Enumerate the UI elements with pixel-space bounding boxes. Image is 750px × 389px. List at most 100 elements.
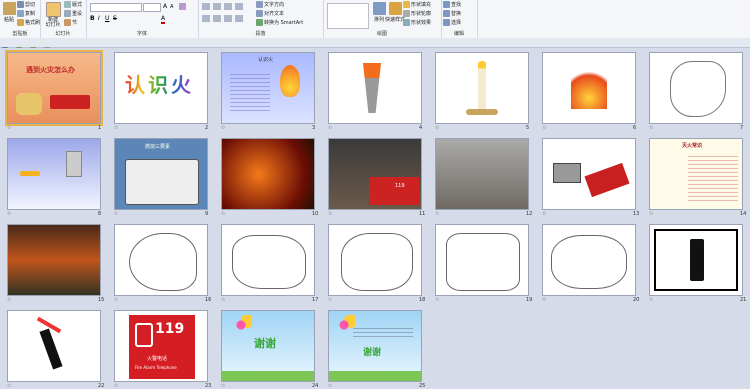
slide-15[interactable]	[7, 224, 101, 296]
cut-button[interactable]: 剪切	[17, 1, 35, 8]
quick-styles-button[interactable]: 快速样式	[385, 2, 405, 23]
slide-10-transition-icon[interactable]: ✩	[221, 211, 225, 217]
slide-17[interactable]	[221, 224, 315, 296]
shapes-gallery[interactable]	[327, 3, 369, 29]
new-slide-icon	[45, 2, 61, 17]
justify-icon[interactable]	[235, 15, 243, 22]
slide-4[interactable]	[328, 52, 422, 124]
slide-sorter: 遇到火灾怎么办 1 ✩ 认识火 2 ✩ 认识火 3 ✩ 4 ✩ 5 ✩ 6 ✩ …	[0, 48, 750, 389]
font-name-combo[interactable]	[90, 3, 142, 12]
slide-25[interactable]: 谢谢	[328, 310, 422, 382]
fire-truck-icon	[50, 95, 90, 109]
slide-9-title: 燃烧三要素	[145, 144, 171, 150]
slide-21[interactable]	[649, 224, 743, 296]
align-text-button[interactable]: 对齐文本	[256, 10, 284, 17]
increase-indent-icon[interactable]	[235, 3, 243, 10]
slide-20-transition-icon[interactable]: ✩	[542, 297, 546, 303]
bullets-icon[interactable]	[202, 3, 210, 10]
slide-1[interactable]: 遇到火灾怎么办	[5, 50, 103, 126]
slide-10[interactable]	[221, 138, 315, 210]
brush-icon	[17, 19, 24, 26]
reset-button[interactable]: 重设	[64, 10, 82, 17]
slide-17-transition-icon[interactable]: ✩	[221, 297, 225, 303]
font-size-combo[interactable]	[143, 3, 161, 12]
slide-23-transition-icon[interactable]: ✩	[114, 383, 118, 389]
slide-6-transition-icon[interactable]: ✩	[542, 125, 546, 131]
shrink-font-icon[interactable]: A	[170, 4, 173, 10]
slide-8[interactable]	[7, 138, 101, 210]
align-left-icon[interactable]	[202, 15, 210, 22]
slide-1-transition-icon[interactable]: ✩	[7, 125, 11, 131]
new-slide-button[interactable]: 新建 幻灯片	[44, 2, 62, 28]
slide-14-title: 灭火常识	[682, 143, 703, 149]
slide-5[interactable]	[435, 52, 529, 124]
slide-22-transition-icon[interactable]: ✩	[7, 383, 11, 389]
slide-2[interactable]: 认识火	[114, 52, 208, 124]
slide-16[interactable]	[114, 224, 208, 296]
find-button[interactable]: 查找	[443, 1, 461, 8]
slide-14-transition-icon[interactable]: ✩	[649, 211, 653, 217]
slide-19-transition-icon[interactable]: ✩	[435, 297, 439, 303]
slide-4-transition-icon[interactable]: ✩	[328, 125, 332, 131]
slide-11[interactable]: 119	[328, 138, 422, 210]
select-button[interactable]: 选择	[443, 19, 461, 26]
slide-22[interactable]	[7, 310, 101, 382]
slide-19[interactable]	[435, 224, 529, 296]
slide-2-transition-icon[interactable]: ✩	[114, 125, 118, 131]
slide-14[interactable]: 灭火常识	[649, 138, 743, 210]
slide-23[interactable]: 119 火警电话 Fire Alarm Telephone	[114, 310, 208, 382]
paste-button[interactable]: 粘贴	[2, 2, 16, 23]
slide-12-transition-icon[interactable]: ✩	[435, 211, 439, 217]
slide-9[interactable]: 燃烧三要素	[114, 138, 208, 210]
slide-18-transition-icon[interactable]: ✩	[328, 297, 332, 303]
slide-8-transition-icon[interactable]: ✩	[7, 211, 11, 217]
bold-icon[interactable]: B	[90, 15, 95, 22]
align-text-label: 对齐文本	[264, 11, 285, 17]
slide-25-transition-icon[interactable]: ✩	[328, 383, 332, 389]
slide-15-transition-icon[interactable]: ✩	[7, 297, 11, 303]
numbering-icon[interactable]	[213, 3, 221, 10]
font-group: A A B I U S A 字体	[86, 0, 199, 38]
copy-icon	[17, 10, 24, 17]
slide-21-transition-icon[interactable]: ✩	[649, 297, 653, 303]
text-direction-button[interactable]: 文字方向	[256, 1, 284, 8]
slide-5-transition-icon[interactable]: ✩	[435, 125, 439, 131]
layout-button[interactable]: 版式	[64, 1, 82, 8]
shape-fill-button[interactable]: 形状填充	[403, 1, 431, 8]
section-button[interactable]: 节	[64, 19, 77, 26]
shape-outline-button[interactable]: 形状轮廓	[403, 10, 431, 17]
clear-format-icon[interactable]	[179, 3, 186, 10]
font-color-icon[interactable]: A	[161, 15, 166, 24]
slide-3[interactable]: 认识火	[221, 52, 315, 124]
slide-20[interactable]	[542, 224, 636, 296]
candle-icon	[478, 61, 486, 111]
slide-11-transition-icon[interactable]: ✩	[328, 211, 332, 217]
slide-6[interactable]	[542, 52, 636, 124]
slide-7[interactable]	[649, 52, 743, 124]
replace-button[interactable]: 替换	[443, 10, 461, 17]
slide-5-number: 5	[526, 125, 530, 131]
slide-24-transition-icon[interactable]: ✩	[221, 383, 225, 389]
copy-button[interactable]: 复制	[17, 10, 35, 17]
underline-icon[interactable]: U	[105, 15, 109, 22]
decrease-indent-icon[interactable]	[224, 3, 232, 10]
format-painter-button[interactable]: 格式刷	[17, 19, 40, 26]
align-right-icon[interactable]	[224, 15, 232, 22]
slide-13[interactable]	[542, 138, 636, 210]
smartart-button[interactable]: 转换为 SmartArt	[256, 19, 303, 26]
slide-9-transition-icon[interactable]: ✩	[114, 211, 118, 217]
slides-group: 新建 幻灯片 版式 重设 节 幻灯片	[40, 0, 87, 38]
slide-7-transition-icon[interactable]: ✩	[649, 125, 653, 131]
shape-effects-button[interactable]: 形状效果	[403, 19, 431, 26]
slide-24[interactable]: 谢谢	[221, 310, 315, 382]
slide-3-transition-icon[interactable]: ✩	[221, 125, 225, 131]
grow-font-icon[interactable]: A	[163, 3, 167, 10]
strikethrough-icon[interactable]: S	[113, 15, 117, 22]
slide-18[interactable]	[328, 224, 422, 296]
align-center-icon[interactable]	[213, 15, 221, 22]
slide-16-transition-icon[interactable]: ✩	[114, 297, 118, 303]
slide-12[interactable]	[435, 138, 529, 210]
slide-13-transition-icon[interactable]: ✩	[542, 211, 546, 217]
slide-14-text	[688, 153, 738, 203]
italic-icon[interactable]: I	[98, 15, 100, 22]
